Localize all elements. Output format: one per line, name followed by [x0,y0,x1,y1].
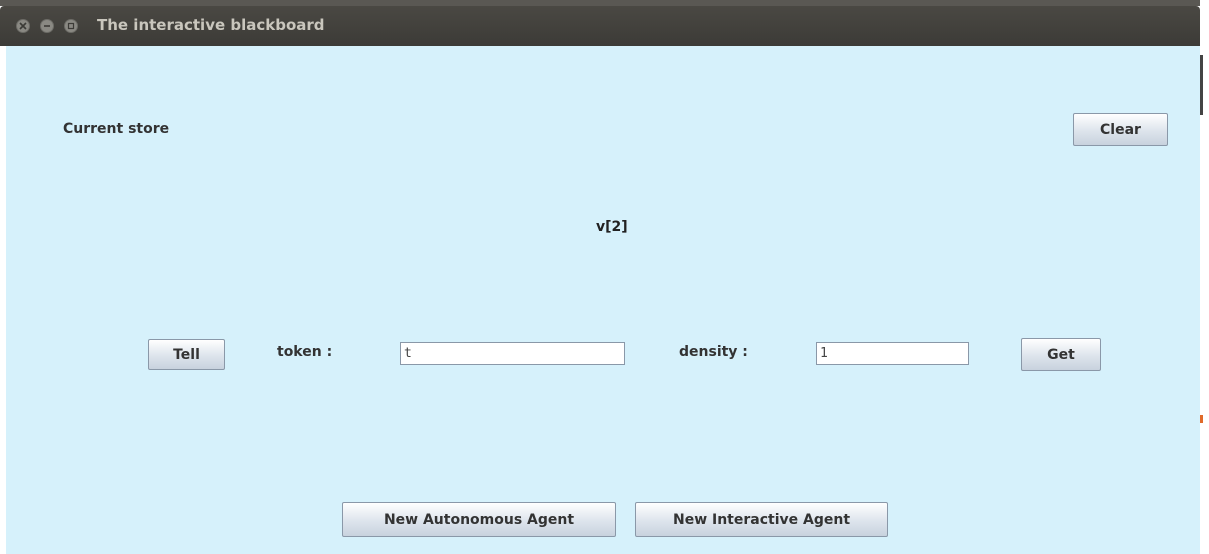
blackboard-window: The interactive blackboard Current store… [0,0,1200,554]
title-bar[interactable]: The interactive blackboard [0,6,1200,46]
token-label: token : [277,344,333,360]
new-autonomous-agent-button[interactable]: New Autonomous Agent [342,502,616,537]
get-button[interactable]: Get [1021,338,1101,371]
new-interactive-agent-button[interactable]: New Interactive Agent [635,502,888,537]
token-input[interactable] [400,342,625,365]
window-title: The interactive blackboard [97,16,325,34]
desktop-right-edge [1200,0,1209,554]
clear-button[interactable]: Clear [1073,113,1168,146]
density-label: density : [679,344,748,360]
minimize-icon [44,25,50,27]
density-input[interactable] [816,342,969,365]
store-value: v[2] [596,219,628,235]
background-window-edge [1200,55,1203,115]
blackboard-panel: Current store Clear v[2] Tell token : de… [6,46,1200,554]
current-store-label: Current store [63,121,170,137]
maximize-icon [67,22,75,30]
close-icon [19,22,27,30]
maximize-window-button[interactable] [64,19,78,33]
close-window-button[interactable] [16,19,30,33]
background-window-accent [1200,415,1203,423]
minimize-window-button[interactable] [40,19,54,33]
tell-button[interactable]: Tell [148,339,225,370]
